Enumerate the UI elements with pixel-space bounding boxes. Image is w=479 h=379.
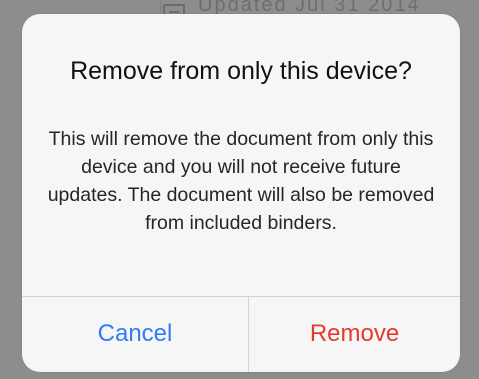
background-divider (160, 0, 161, 14)
alert-message: This will remove the document from only … (47, 128, 435, 234)
remove-button-label: Remove (309, 319, 400, 347)
alert-title: Remove from only this device? (70, 57, 412, 85)
alert-body: Remove from only this device? This will … (22, 14, 460, 296)
cancel-button[interactable]: Cancel (22, 297, 248, 372)
remove-button[interactable]: Remove (249, 297, 460, 372)
cancel-button-label: Cancel (97, 319, 173, 347)
remove-confirmation-alert: Remove from only this device? This will … (22, 14, 460, 372)
